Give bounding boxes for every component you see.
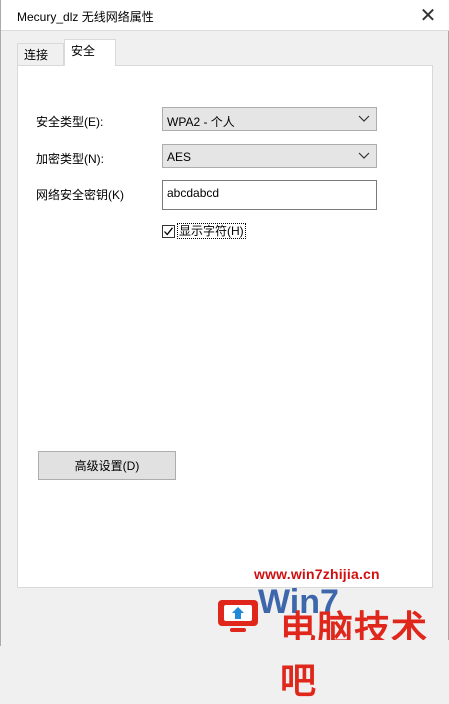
encryption-type-value: AES [167, 150, 192, 164]
computer-logo-icon [218, 600, 258, 632]
network-key-field[interactable]: abcdabcd [162, 180, 377, 210]
chevron-down-icon [358, 152, 370, 159]
security-type-label: 安全类型(E): [36, 115, 104, 129]
advanced-settings-button[interactable]: 高级设置(D) [38, 451, 176, 480]
properties-window: Mecury_dlz 无线网络属性 ✕ 连接 安全 安全类型(E): WPA2 … [0, 0, 449, 702]
window-bottom-edge [1, 640, 449, 646]
security-type-value: WPA2 - 个人 [167, 115, 235, 129]
chevron-down-icon [358, 115, 370, 122]
tab-security[interactable]: 安全 [64, 39, 116, 66]
security-type-dropdown[interactable]: WPA2 - 个人 [162, 107, 377, 131]
watermark-cn-text: 电脑技术吧 [280, 609, 429, 702]
tab-connection[interactable]: 连接 [17, 43, 64, 65]
watermark-url: www.win7zhijia.cn [254, 566, 380, 582]
checkbox-box[interactable] [162, 224, 175, 238]
close-icon: ✕ [419, 4, 437, 27]
close-button[interactable]: ✕ [410, 1, 446, 29]
show-characters-label: 显示字符(H) [177, 223, 246, 239]
security-panel: 安全类型(E): WPA2 - 个人 加密类型(N): AES 网络安全密钥(K… [17, 65, 433, 702]
encryption-type-label: 加密类型(N): [36, 152, 104, 166]
network-key-value: abcdabcd [167, 186, 220, 200]
show-characters-checkbox[interactable]: 显示字符(H) [162, 223, 246, 239]
network-key-label: 网络安全密钥(K) [36, 188, 124, 202]
checkmark-icon [164, 226, 174, 236]
title-bar[interactable]: Mecury_dlz 无线网络属性 ✕ [1, 0, 449, 31]
encryption-type-dropdown[interactable]: AES [162, 144, 377, 168]
window-title: Mecury_dlz 无线网络属性 [17, 10, 154, 24]
